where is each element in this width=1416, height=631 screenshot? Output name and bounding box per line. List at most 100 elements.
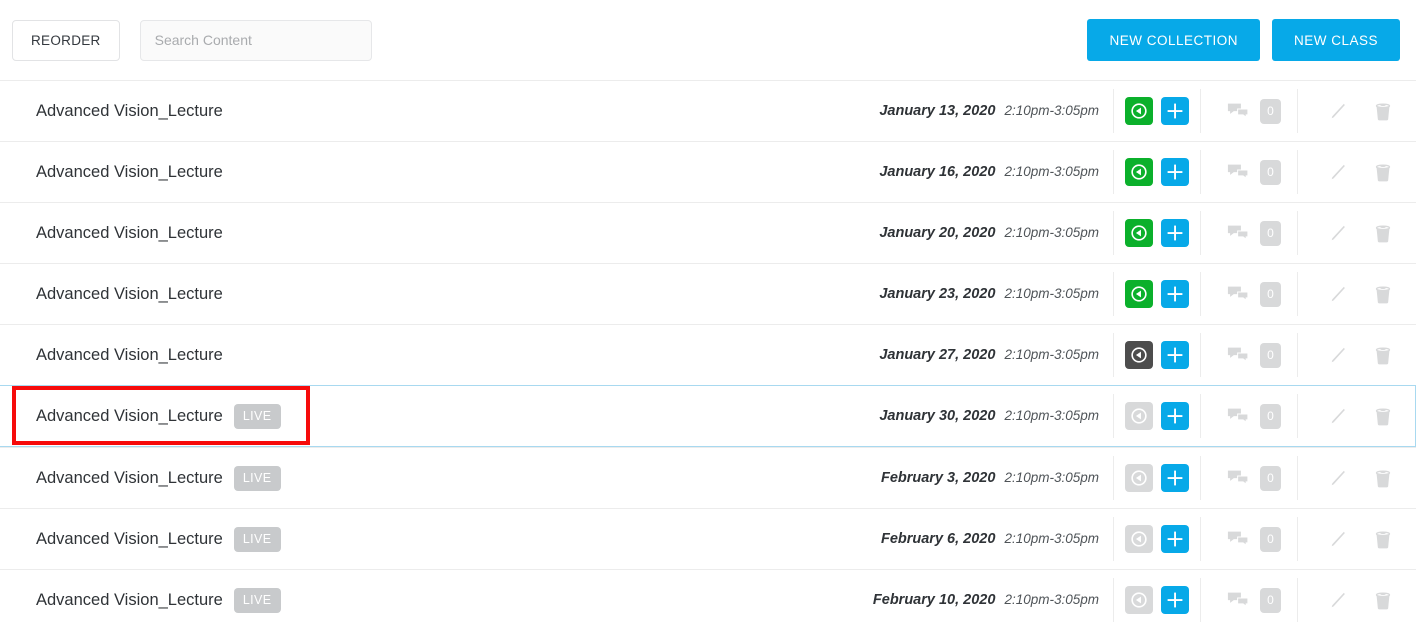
reorder-button[interactable]: REORDER (12, 19, 120, 61)
trash-icon[interactable] (1368, 158, 1398, 186)
record-actions (1114, 97, 1200, 125)
comment-count: 0 (1260, 587, 1281, 613)
list-item[interactable]: Advanced Vision_Lecture January 13, 2020 2… (0, 80, 1416, 141)
pencil-icon[interactable] (1322, 97, 1352, 125)
list-item-time: 2:10pm-3:05pm (1004, 347, 1099, 362)
list-item[interactable]: Advanced Vision_Lecture LIVE February 3, 2… (0, 447, 1416, 508)
edit-actions (1298, 97, 1416, 125)
comment-bubbles-icon[interactable] (1223, 341, 1253, 369)
plus-icon[interactable] (1161, 219, 1189, 247)
comment-actions: 0 (1201, 341, 1297, 369)
plus-icon[interactable] (1161, 402, 1189, 430)
list-item-schedule: January 27, 2020 2:10pm-3:05pm (879, 347, 1113, 363)
toolbar-actions: NEW COLLECTION NEW CLASS (1087, 19, 1400, 61)
record-circle-icon[interactable] (1125, 341, 1153, 369)
trash-icon[interactable] (1368, 341, 1398, 369)
list-item-schedule: February 10, 2020 2:10pm-3:05pm (873, 592, 1113, 608)
list-item-title-group: Advanced Vision_Lecture (36, 346, 223, 365)
record-circle-icon[interactable] (1125, 402, 1153, 430)
plus-icon[interactable] (1161, 341, 1189, 369)
list-item-title-group: Advanced Vision_Lecture (36, 163, 223, 182)
list-item-date: January 16, 2020 (879, 164, 996, 180)
comment-bubbles-icon[interactable] (1223, 97, 1253, 125)
list-item[interactable]: Advanced Vision_Lecture LIVE January 30, 2… (0, 385, 1416, 447)
record-actions (1114, 525, 1200, 553)
list-item-time: 2:10pm-3:05pm (1004, 470, 1099, 485)
comment-actions: 0 (1201, 219, 1297, 247)
pencil-icon[interactable] (1322, 586, 1352, 614)
trash-icon[interactable] (1368, 97, 1398, 125)
comment-actions: 0 (1201, 158, 1297, 186)
record-circle-icon[interactable] (1125, 219, 1153, 247)
list-item-title: Advanced Vision_Lecture (36, 529, 223, 548)
list-item[interactable]: Advanced Vision_Lecture LIVE February 6, 2… (0, 508, 1416, 569)
record-circle-icon[interactable] (1125, 586, 1153, 614)
comment-bubbles-icon[interactable] (1223, 219, 1253, 247)
pencil-icon[interactable] (1322, 219, 1352, 247)
comment-count: 0 (1260, 220, 1281, 246)
comment-count: 0 (1260, 342, 1281, 368)
list-item[interactable]: Advanced Vision_Lecture LIVE February 10, … (0, 569, 1416, 630)
record-circle-icon[interactable] (1125, 158, 1153, 186)
live-badge: LIVE (233, 526, 281, 552)
record-circle-icon[interactable] (1125, 464, 1153, 492)
list-item-title-group: Advanced Vision_Lecture LIVE (36, 465, 281, 491)
comment-bubbles-icon[interactable] (1223, 586, 1253, 614)
list-item[interactable]: Advanced Vision_Lecture January 20, 2020 2… (0, 202, 1416, 263)
pencil-icon[interactable] (1322, 525, 1352, 553)
pencil-icon[interactable] (1322, 402, 1352, 430)
plus-icon[interactable] (1161, 525, 1189, 553)
record-actions (1114, 586, 1200, 614)
edit-actions (1298, 158, 1416, 186)
trash-icon[interactable] (1368, 219, 1398, 247)
trash-icon[interactable] (1368, 464, 1398, 492)
trash-icon[interactable] (1368, 525, 1398, 553)
plus-icon[interactable] (1161, 464, 1189, 492)
search-input[interactable] (139, 19, 372, 61)
comment-bubbles-icon[interactable] (1223, 464, 1253, 492)
list-item[interactable]: Advanced Vision_Lecture January 27, 2020 2… (0, 324, 1416, 385)
list-item-title: Advanced Vision_Lecture (36, 223, 223, 242)
comment-bubbles-icon[interactable] (1223, 402, 1253, 430)
pencil-icon[interactable] (1322, 341, 1352, 369)
trash-icon[interactable] (1368, 280, 1398, 308)
trash-icon[interactable] (1368, 586, 1398, 614)
record-circle-icon[interactable] (1125, 97, 1153, 125)
list-item[interactable]: Advanced Vision_Lecture January 16, 2020 2… (0, 141, 1416, 202)
list-item-time: 2:10pm-3:05pm (1004, 103, 1099, 118)
edit-actions (1298, 280, 1416, 308)
plus-icon[interactable] (1161, 280, 1189, 308)
list-item-actions: 0 (1113, 570, 1416, 630)
list-item-title: Advanced Vision_Lecture (36, 406, 223, 425)
list-item-title-group: Advanced Vision_Lecture (36, 102, 223, 121)
content-list: Advanced Vision_Lecture January 13, 2020 2… (0, 80, 1416, 630)
plus-icon[interactable] (1161, 586, 1189, 614)
edit-actions (1298, 219, 1416, 247)
new-collection-button[interactable]: NEW COLLECTION (1087, 19, 1260, 61)
plus-icon[interactable] (1161, 158, 1189, 186)
record-actions (1114, 280, 1200, 308)
comment-bubbles-icon[interactable] (1223, 525, 1253, 553)
live-badge: LIVE (233, 587, 281, 613)
record-circle-icon[interactable] (1125, 525, 1153, 553)
pencil-icon[interactable] (1322, 464, 1352, 492)
record-actions (1114, 402, 1200, 430)
list-item-actions: 0 (1113, 325, 1416, 385)
pencil-icon[interactable] (1322, 280, 1352, 308)
comment-bubbles-icon[interactable] (1223, 158, 1253, 186)
plus-icon[interactable] (1161, 97, 1189, 125)
list-item[interactable]: Advanced Vision_Lecture January 23, 2020 2… (0, 263, 1416, 324)
list-item-title: Advanced Vision_Lecture (36, 590, 223, 609)
trash-icon[interactable] (1368, 402, 1398, 430)
list-item-date: January 13, 2020 (879, 103, 996, 119)
record-circle-icon[interactable] (1125, 280, 1153, 308)
list-item-actions: 0 (1113, 448, 1416, 508)
pencil-icon[interactable] (1322, 158, 1352, 186)
list-item-schedule: January 23, 2020 2:10pm-3:05pm (879, 286, 1113, 302)
new-class-button[interactable]: NEW CLASS (1271, 19, 1400, 61)
list-item-time: 2:10pm-3:05pm (1004, 592, 1099, 607)
list-item-schedule: January 16, 2020 2:10pm-3:05pm (879, 164, 1113, 180)
comment-count: 0 (1260, 98, 1281, 124)
comment-bubbles-icon[interactable] (1223, 280, 1253, 308)
edit-actions (1298, 586, 1416, 614)
